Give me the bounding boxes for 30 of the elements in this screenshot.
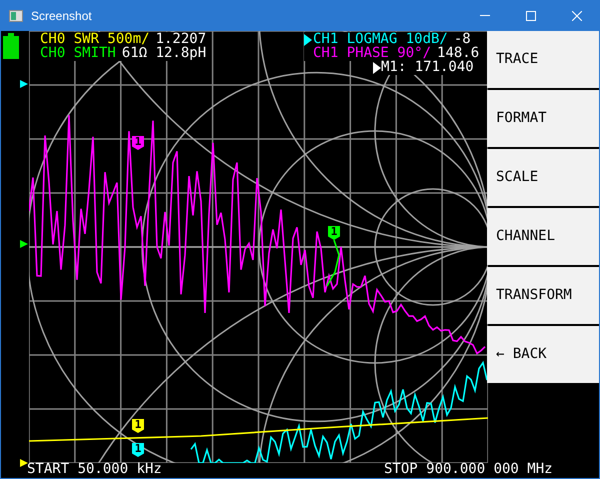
menu-button[interactable]: SCALE (487, 149, 599, 206)
battery-icon (3, 33, 19, 59)
menu-button[interactable]: TRANSFORM (487, 267, 599, 324)
marker-flag: 1 (328, 226, 340, 240)
menu-button[interactable]: ← BACK (487, 326, 599, 383)
trace-label: CH0 SWR 500m/ (40, 32, 150, 47)
close-icon (572, 10, 582, 20)
trace-label: CH1 PHASE 90°/ (313, 46, 432, 61)
minimize-icon (480, 15, 490, 16)
maximize-icon (526, 10, 536, 20)
stop-frequency: STOP 900.000 000 MHz (384, 462, 553, 476)
app-icon (9, 10, 23, 22)
reference-pointer-icon (20, 240, 28, 248)
marker-flag: 1 (132, 136, 144, 150)
marker-flag: 1 (132, 419, 144, 433)
trace-value: 1.2207 (150, 32, 206, 47)
start-frequency: START 50.000 kHz (27, 462, 162, 476)
trace-label: CH1 LOGMAG 10dB/ (313, 32, 448, 47)
window-title: Screenshot (31, 8, 92, 24)
menu-button[interactable]: TRACE (487, 31, 599, 88)
reference-pointer-icon (20, 80, 28, 88)
reference-pointer-icon (20, 459, 28, 467)
marker-readout: M1: 171.040 (381, 60, 474, 75)
marker-pointer-icon (373, 62, 381, 74)
menu-button[interactable]: FORMAT (487, 90, 599, 147)
menu-button[interactable]: CHANNEL (487, 208, 599, 265)
trace-value: 61Ω 12.8pH (116, 46, 206, 61)
marker-flag: 1 (132, 443, 144, 457)
trace-label: CH0 SMITH (40, 46, 116, 61)
smith-trace (326, 240, 340, 286)
